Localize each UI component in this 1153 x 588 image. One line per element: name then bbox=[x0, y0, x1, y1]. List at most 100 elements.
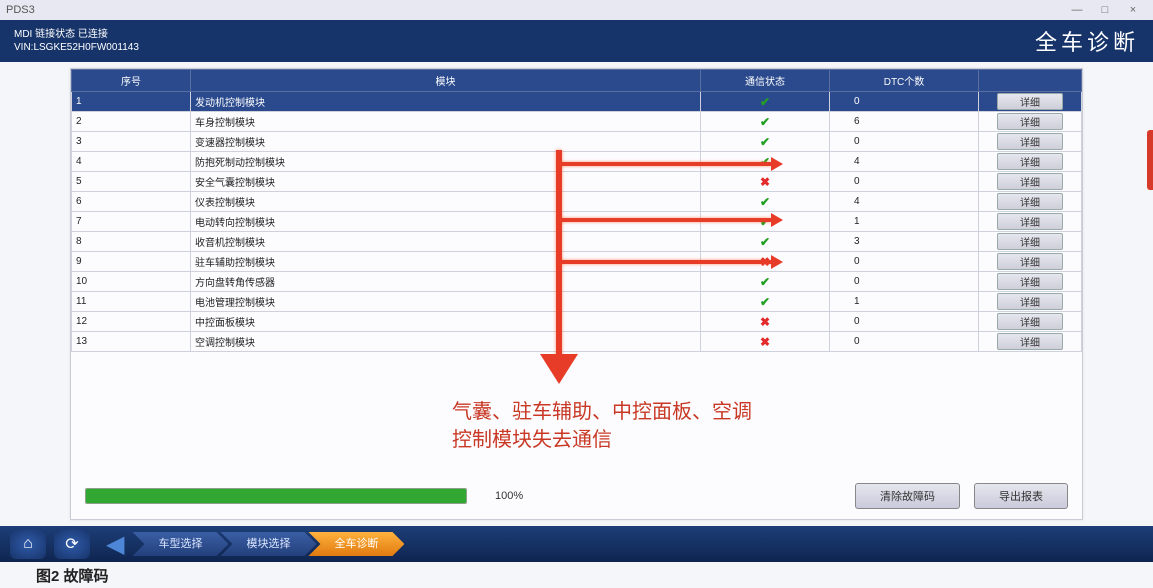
cell-comm: ✔ bbox=[701, 272, 830, 292]
detail-button[interactable]: 详细 bbox=[997, 253, 1063, 270]
table-row[interactable]: 11电池管理控制模块✔1 详细 bbox=[72, 292, 1082, 312]
table-row[interactable]: 8收音机控制模块✔3详细 bbox=[72, 232, 1082, 252]
cell-comm: ✔ bbox=[701, 112, 830, 132]
figure-caption: 图2 故障码 bbox=[36, 565, 109, 586]
table-row[interactable]: 9驻车辅助控制模块 ✖ 0 详细 bbox=[72, 252, 1082, 272]
check-icon: ✔ bbox=[760, 275, 770, 289]
table-row[interactable]: 12中控面板模块✖0详细 bbox=[72, 312, 1082, 332]
table-row[interactable]: 10方向盘转角传感器 ✔ 0 详细 bbox=[72, 272, 1082, 292]
cell-index: 10 bbox=[72, 272, 191, 292]
maximize-button[interactable]: □ bbox=[1091, 4, 1119, 16]
check-icon: ✔ bbox=[760, 215, 770, 229]
module-table: 序号 模块 通信状态 DTC个数 1发动机控制模块✔0详细2车身控制模块✔6详细… bbox=[71, 69, 1082, 352]
cell-comm: ✔ bbox=[701, 292, 830, 312]
results-panel: 序号 模块 通信状态 DTC个数 1发动机控制模块✔0详细2车身控制模块✔6详细… bbox=[70, 68, 1083, 520]
cell-detail: 详细 bbox=[979, 252, 1082, 272]
cell-dtc: 0 bbox=[830, 272, 979, 292]
vin-label: VIN:LSGKE52H0FW001143 bbox=[14, 41, 139, 54]
col-comm: 通信状态 bbox=[701, 70, 830, 92]
cell-index: 9 bbox=[72, 252, 191, 272]
close-button[interactable]: × bbox=[1119, 4, 1147, 16]
cell-module: 变速器控制模块 bbox=[191, 132, 701, 152]
table-row[interactable]: 3变速器控制模块✔0详细 bbox=[72, 132, 1082, 152]
header-status: MDI 链接状态 已连接 VIN:LSGKE52H0FW001143 bbox=[14, 28, 139, 54]
clear-dtc-button[interactable]: 清除故障码 bbox=[855, 483, 960, 509]
cell-detail: 详细 bbox=[979, 292, 1082, 312]
cross-icon: ✖ bbox=[760, 255, 770, 269]
cell-index: 11 bbox=[72, 292, 191, 312]
cell-module: 防抱死制动控制模块 bbox=[191, 152, 701, 172]
check-icon: ✔ bbox=[760, 95, 770, 109]
table-row[interactable]: 6仪表控制模块✔4详细 bbox=[72, 192, 1082, 212]
cell-module: 驻车辅助控制模块 bbox=[191, 252, 701, 272]
cell-index: 7 bbox=[72, 212, 191, 232]
detail-button[interactable]: 详细 bbox=[997, 233, 1063, 250]
cell-index: 5 bbox=[72, 172, 191, 192]
cell-dtc: 6 bbox=[830, 112, 979, 132]
export-report-button[interactable]: 导出报表 bbox=[974, 483, 1068, 509]
cell-detail: 详细 bbox=[979, 212, 1082, 232]
detail-button[interactable]: 详细 bbox=[997, 173, 1063, 190]
cell-dtc: 0 bbox=[830, 252, 979, 272]
home-icon[interactable]: ⌂ bbox=[10, 529, 46, 559]
check-icon: ✔ bbox=[760, 155, 770, 169]
detail-button[interactable]: 详细 bbox=[997, 213, 1063, 230]
mdi-status: MDI 链接状态 已连接 bbox=[14, 28, 139, 41]
minimize-button[interactable]: — bbox=[1063, 4, 1091, 16]
progress-text: 100% bbox=[495, 490, 523, 502]
detail-button[interactable]: 详细 bbox=[997, 153, 1063, 170]
progress-bar bbox=[85, 488, 467, 504]
cell-dtc: 0 bbox=[830, 312, 979, 332]
crumb-full-scan[interactable]: 全车诊断 bbox=[308, 532, 404, 556]
crumb-vehicle-select[interactable]: 车型选择 bbox=[132, 532, 228, 556]
cell-dtc: 1 bbox=[830, 292, 979, 312]
cell-detail: 详细 bbox=[979, 232, 1082, 252]
table-row[interactable]: 7电动转向控制模块✔1详细 bbox=[72, 212, 1082, 232]
cross-icon: ✖ bbox=[760, 335, 770, 349]
table-row[interactable]: 2车身控制模块 ✔ 6 详细 bbox=[72, 112, 1082, 132]
table-row[interactable]: 5安全气囊控制模块✖0详细 bbox=[72, 172, 1082, 192]
cell-module: 车身控制模块 bbox=[191, 112, 701, 132]
cross-icon: ✖ bbox=[760, 175, 770, 189]
cell-index: 13 bbox=[72, 332, 191, 352]
nav-bar: ⌂ ⟳ ◀ 车型选择 模块选择 全车诊断 bbox=[0, 526, 1153, 562]
cell-module: 电池管理控制模块 bbox=[191, 292, 701, 312]
cell-comm: ✖ bbox=[701, 332, 830, 352]
cell-index: 1 bbox=[72, 92, 191, 112]
cell-index: 2 bbox=[72, 112, 191, 132]
check-icon: ✔ bbox=[760, 235, 770, 249]
detail-button[interactable]: 详细 bbox=[997, 293, 1063, 310]
cell-comm: ✔ bbox=[701, 92, 830, 112]
detail-button[interactable]: 详细 bbox=[997, 113, 1063, 130]
detail-button[interactable]: 详细 bbox=[997, 133, 1063, 150]
table-row[interactable]: 13空调控制模块✖0详细 bbox=[72, 332, 1082, 352]
cell-dtc: 0 bbox=[830, 132, 979, 152]
check-icon: ✔ bbox=[760, 115, 770, 129]
cell-index: 4 bbox=[72, 152, 191, 172]
cell-index: 12 bbox=[72, 312, 191, 332]
detail-button[interactable]: 详细 bbox=[997, 273, 1063, 290]
scan-right-edge bbox=[1147, 130, 1153, 190]
cell-detail: 详细 bbox=[979, 92, 1082, 112]
detail-button[interactable]: 详细 bbox=[997, 333, 1063, 350]
table-row[interactable]: 1发动机控制模块✔0详细 bbox=[72, 92, 1082, 112]
refresh-icon[interactable]: ⟳ bbox=[54, 529, 90, 559]
cell-module: 方向盘转角传感器 bbox=[191, 272, 701, 292]
cell-module: 电动转向控制模块 bbox=[191, 212, 701, 232]
app-title: PDS3 bbox=[6, 4, 35, 16]
cell-comm: ✖ bbox=[701, 312, 830, 332]
cell-detail: 详细 bbox=[979, 192, 1082, 212]
detail-button[interactable]: 详细 bbox=[997, 93, 1063, 110]
cell-module: 发动机控制模块 bbox=[191, 92, 701, 112]
cross-icon: ✖ bbox=[760, 315, 770, 329]
detail-button[interactable]: 详细 bbox=[997, 193, 1063, 210]
back-chevron-icon[interactable]: ◀ bbox=[106, 530, 124, 559]
cell-module: 收音机控制模块 bbox=[191, 232, 701, 252]
cell-dtc: 0 bbox=[830, 172, 979, 192]
col-module: 模块 bbox=[191, 70, 701, 92]
crumb-module-select[interactable]: 模块选择 bbox=[220, 532, 316, 556]
cell-comm: ✖ bbox=[701, 252, 830, 272]
table-row[interactable]: 4防抱死制动控制模块✔4详细 bbox=[72, 152, 1082, 172]
col-index: 序号 bbox=[72, 70, 191, 92]
detail-button[interactable]: 详细 bbox=[997, 313, 1063, 330]
